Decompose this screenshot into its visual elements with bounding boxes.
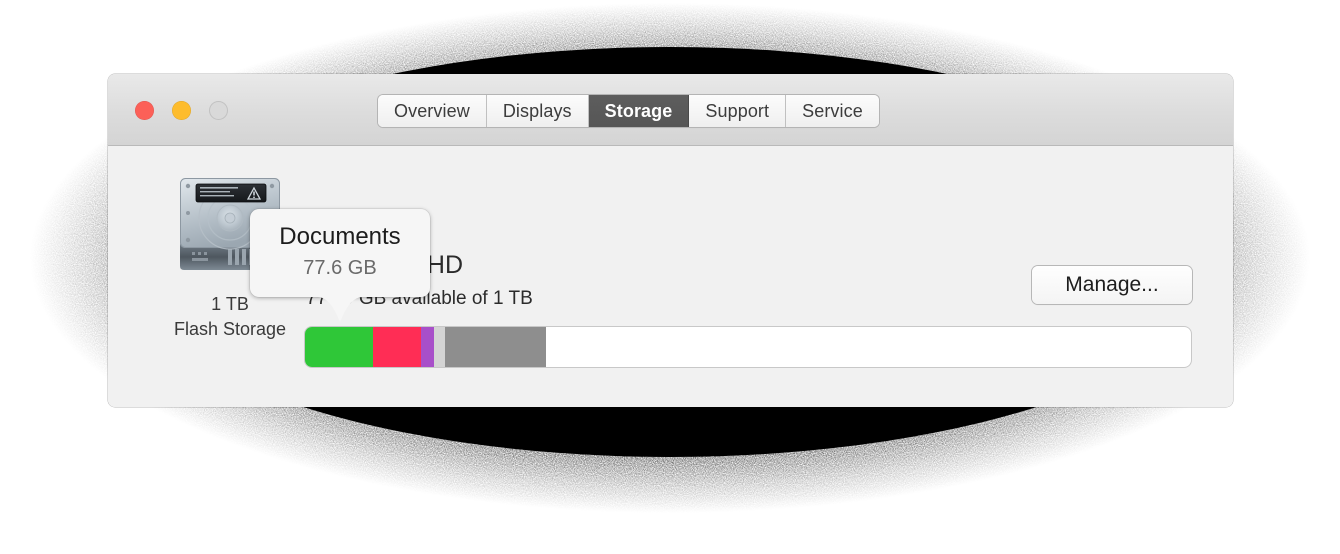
close-button[interactable] — [135, 101, 154, 120]
tab-storage[interactable]: Storage — [588, 95, 690, 127]
storage-usage-bar[interactable] — [305, 327, 1191, 367]
storage-segment-apps[interactable] — [373, 327, 421, 367]
storage-segment-tooltip: Documents 77.6 GB — [250, 209, 430, 322]
drive-kind-label: Flash Storage — [173, 319, 287, 339]
tab-overview[interactable]: Overview — [378, 95, 487, 127]
storage-pane: 1 TB Flash Storage Macintosh HD 776.9 GB… — [108, 146, 1233, 407]
storage-segment-other-1[interactable] — [434, 327, 445, 367]
tab-service[interactable]: Service — [786, 95, 879, 127]
tooltip-value: 77.6 GB — [303, 257, 377, 279]
tooltip-pointer-icon — [318, 295, 362, 323]
storage-segment-documents[interactable] — [305, 327, 373, 367]
zoom-button — [209, 101, 228, 120]
window-titlebar: Overview Displays Storage Support Servic… — [108, 74, 1233, 146]
about-this-mac-window: Overview Displays Storage Support Servic… — [108, 74, 1233, 407]
tooltip-title: Documents — [279, 223, 401, 250]
storage-segment-system[interactable] — [445, 327, 546, 367]
tab-displays[interactable]: Displays — [486, 95, 589, 127]
storage-segment-photos[interactable] — [421, 327, 434, 367]
manage-button[interactable]: Manage... — [1032, 266, 1192, 304]
minimize-button[interactable] — [172, 101, 191, 120]
tab-bar: Overview Displays Storage Support Servic… — [378, 95, 879, 127]
tab-support[interactable]: Support — [689, 95, 787, 127]
